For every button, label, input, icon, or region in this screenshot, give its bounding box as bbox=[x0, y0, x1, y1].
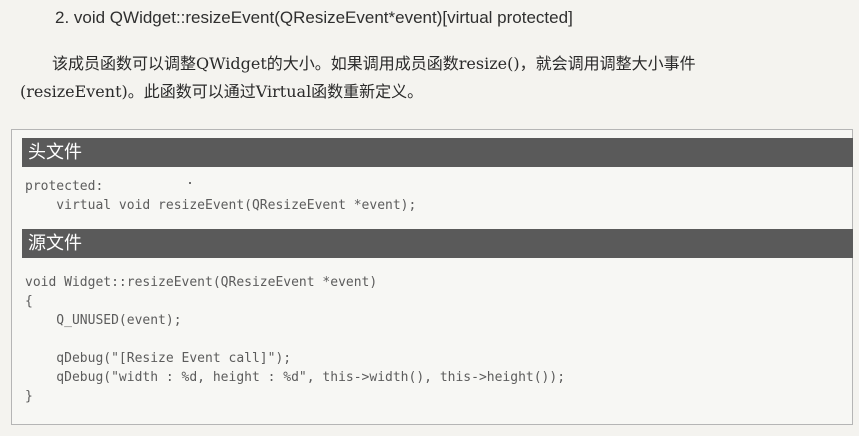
header-file-title: 头文件 bbox=[22, 138, 853, 167]
code-example-box: 头文件 protected: virtual void resizeEvent(… bbox=[11, 129, 853, 425]
paragraph-line-1: 该成员函数可以调整QWidget的大小。如果调用成员函数resize()，就会调… bbox=[52, 54, 696, 73]
source-file-title: 源文件 bbox=[22, 229, 853, 258]
stray-dot bbox=[189, 182, 191, 184]
description-paragraph: 该成员函数可以调整QWidget的大小。如果调用成员函数resize()，就会调… bbox=[20, 50, 850, 106]
source-file-code: void Widget::resizeEvent(QResizeEvent *e… bbox=[25, 275, 566, 404]
section-heading: 2. void QWidget::resizeEvent(QResizeEven… bbox=[55, 8, 573, 27]
header-file-code: protected: virtual void resizeEvent(QRes… bbox=[25, 179, 417, 213]
paragraph-line-2: (resizeEvent)。此函数可以通过Virtual函数重新定义。 bbox=[20, 82, 424, 101]
